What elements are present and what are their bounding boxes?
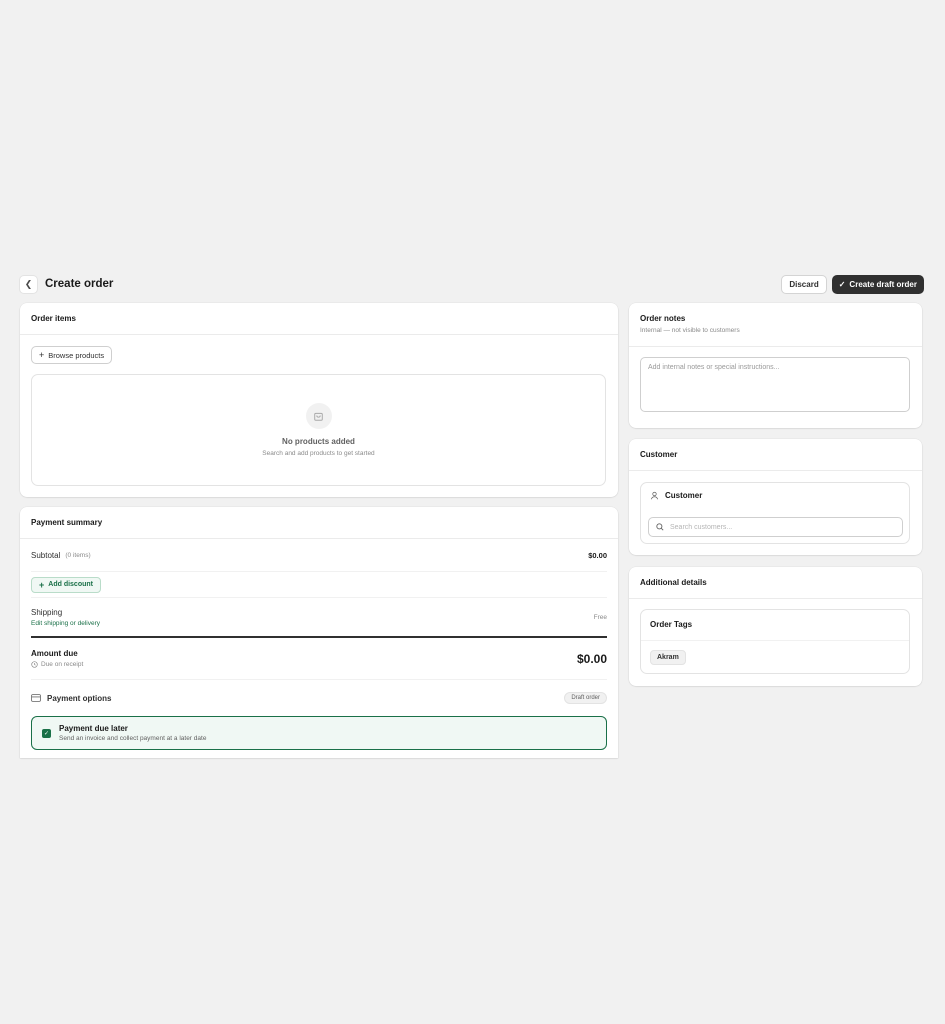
empty-subtitle: Search and add products to get started — [262, 450, 375, 457]
payment-summary-card: Payment summary Subtotal (0 items) $0.00… — [20, 507, 618, 758]
amount-due-value: $0.00 — [576, 651, 607, 666]
additional-details-title: Additional details — [640, 578, 707, 587]
order-notes-title: Order notes — [640, 314, 686, 323]
customer-box: Customer Search customers... — [640, 482, 910, 544]
payment-due-later-option[interactable]: ✓ Payment due later Send an invoice and … — [31, 716, 607, 750]
back-button[interactable]: ❮ — [19, 274, 38, 294]
divider — [629, 346, 922, 347]
customer-title: Customer — [640, 450, 678, 459]
subtotal-label: Subtotal — [31, 550, 61, 560]
order-tags-box: Order Tags Akram — [640, 609, 910, 674]
browse-products-button[interactable]: + Browse products — [31, 346, 113, 364]
customer-search-placeholder: Search customers... — [670, 523, 733, 531]
order-items-title: Order items — [31, 314, 76, 323]
empty-title: No products added — [282, 437, 355, 446]
order-notes-subtitle: Internal — not visible to customers — [640, 327, 740, 334]
draft-order-badge: Draft order — [564, 692, 607, 704]
amount-due-row: Amount due Due on receipt $0.00 — [31, 638, 607, 680]
shipping-label: Shipping — [31, 607, 63, 617]
customer-card: Customer Customer Search customers... — [629, 439, 922, 555]
empty-products-state: No products added Search and add product… — [31, 374, 606, 486]
discount-row: + Add discount — [31, 572, 607, 598]
order-tag[interactable]: Akram — [650, 650, 686, 665]
payment-due-later-title: Payment due later — [59, 724, 128, 733]
page-title: Create order — [45, 278, 114, 290]
amount-due-sub: Due on receipt — [41, 661, 84, 668]
amount-due-label: Amount due — [31, 649, 78, 658]
subtotal-row: Subtotal (0 items) $0.00 — [31, 539, 607, 572]
page: ❮ Create order Discard ✓ Create draft or… — [0, 0, 945, 1024]
order-items-card: Order items + Browse products No product… — [20, 303, 618, 497]
subtotal-amount: $0.00 — [588, 550, 607, 560]
divider — [20, 334, 618, 335]
discard-button[interactable]: Discard — [781, 274, 827, 294]
additional-details-card: Additional details Order Tags Akram — [629, 567, 922, 686]
payment-summary-title: Payment summary — [31, 518, 103, 527]
credit-card-icon — [31, 694, 41, 702]
plus-icon: + — [39, 579, 45, 590]
checkbox-checked-icon[interactable]: ✓ — [42, 728, 51, 738]
clock-icon — [31, 661, 38, 668]
subtotal-items-count: (0 items) — [65, 551, 91, 559]
checkmark-icon: ✓ — [838, 279, 846, 289]
person-icon — [650, 491, 659, 500]
header-actions: Discard ✓ Create draft order — [781, 274, 924, 294]
shopping-bag-icon — [305, 403, 332, 429]
edit-shipping-link[interactable]: Edit shipping or delivery — [31, 620, 100, 627]
divider — [629, 470, 922, 471]
page-header: ❮ Create order Discard ✓ Create draft or… — [19, 274, 924, 294]
customer-search-input[interactable]: Search customers... — [648, 517, 903, 537]
customer-box-title: Customer — [665, 491, 703, 500]
add-discount-label: Add discount — [48, 581, 93, 588]
search-icon — [656, 523, 664, 531]
shipping-value: Free — [593, 613, 607, 621]
create-draft-order-button[interactable]: ✓ Create draft order — [831, 274, 924, 294]
payment-options-label: Payment options — [47, 693, 112, 703]
browse-products-label: Browse products — [48, 350, 105, 360]
order-notes-textarea[interactable]: Add internal notes or special instructio… — [640, 357, 910, 412]
divider — [629, 598, 922, 599]
payment-options-row: Payment options Draft order — [31, 680, 607, 716]
payment-due-later-sub: Send an invoice and collect payment at a… — [59, 735, 207, 742]
shipping-row: Shipping Edit shipping or delivery Free — [31, 598, 607, 636]
create-draft-order-label: Create draft order — [849, 279, 917, 289]
order-notes-card: Order notes Internal — not visible to cu… — [629, 303, 922, 428]
order-tags-title: Order Tags — [641, 610, 909, 641]
add-discount-button[interactable]: + Add discount — [31, 576, 101, 593]
plus-icon: + — [39, 350, 45, 360]
chevron-left-icon: ❮ — [24, 278, 33, 289]
